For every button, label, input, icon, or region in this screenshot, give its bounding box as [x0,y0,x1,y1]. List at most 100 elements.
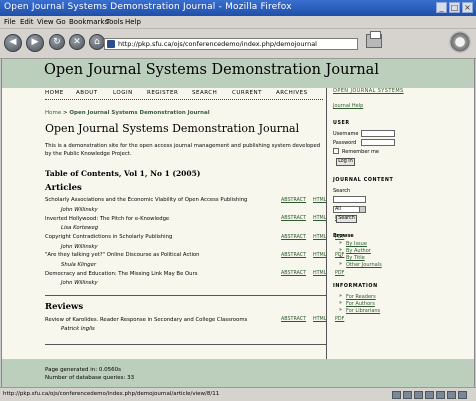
abstract-link[interactable]: ABSTRACT [281,253,306,258]
article-title: Inverted Hollywood: The Pitch for e-Know… [45,216,170,222]
search-scope-select[interactable]: All [333,206,366,213]
chevron-down-icon [359,207,365,212]
abstract-link[interactable]: ABSTRACT [281,271,306,276]
home-button[interactable]: ⌂ [89,34,105,50]
bullet-icon: » [339,294,342,299]
status-extension-icon[interactable] [403,391,412,399]
page-footer: Page generated in: 0.0560s Number of dat… [2,359,474,387]
abstract-link[interactable]: ABSTRACT [281,317,306,322]
back-button[interactable]: ◀ [4,34,22,52]
information-heading: INFORMATION [333,284,378,289]
nav-about[interactable]: ABOUT [76,90,98,96]
site-title: Open Journal Systems Demonstration Journ… [44,62,379,78]
toc-title: Table of Contents, Vol 1, No 1 (2005) [45,169,201,178]
login-button[interactable]: Log In [336,158,355,166]
status-extension-icon[interactable] [436,391,445,399]
html-link[interactable]: HTML [313,216,326,221]
forward-button[interactable]: ▶ [26,34,44,52]
other-journals-link[interactable]: Other Journals [346,262,382,268]
menu-help[interactable]: Help [125,18,141,26]
search-label: Search [333,188,351,194]
password-field[interactable] [361,139,395,146]
username-field[interactable] [361,130,395,137]
address-url[interactable]: http://pkp.sfu.ca/ojs/conferencedemo/ind… [118,40,317,48]
username-label: Username [333,131,359,137]
site-favicon-icon [107,40,115,48]
maximize-button[interactable]: □ [449,2,460,13]
article-author: John Willinsky [61,244,98,250]
nav-divider [45,99,323,100]
for-librarians-link[interactable]: For Librarians [346,308,380,314]
throbber-icon [449,31,471,53]
stop-button[interactable]: ✕ [69,34,85,50]
nav-register[interactable]: REGISTER [147,90,178,96]
article-title: "Are they talking yet?" Online Discourse… [45,252,200,258]
reload-button[interactable]: ↻ [49,34,65,50]
nav-search[interactable]: SEARCH [192,90,217,96]
page-title: Open Journal Systems Demonstration Journ… [45,122,300,135]
menu-edit[interactable]: Edit [20,18,34,26]
section-heading: Articles [45,183,82,193]
abstract-link[interactable]: ABSTRACT [281,216,306,221]
search-scope-value: All [335,207,341,212]
article-author: Shula Klinger [61,262,97,268]
ojs-brand-link[interactable]: OPEN JOURNAL SYSTEMS [333,88,404,94]
journal-help-link[interactable]: Journal Help [333,103,363,109]
search-button[interactable]: Search [336,215,357,223]
article-title: Copyright Contradictions in Scholarly Pu… [45,234,173,240]
browse-by-author-link[interactable]: By Author [346,248,371,254]
bullet-icon: » [339,241,342,246]
search-input[interactable] [333,196,366,203]
breadcrumb-home[interactable]: Home [45,110,61,116]
remember-me-label: Remember me [342,149,379,155]
user-heading: USER [333,121,350,126]
status-extension-icon[interactable] [447,391,456,399]
html-link[interactable]: HTML [313,253,326,258]
html-link[interactable]: HTML [313,198,326,203]
nav-current[interactable]: CURRENT [232,90,262,96]
for-authors-link[interactable]: For Authors [346,301,375,307]
nav-login[interactable]: LOGIN [113,90,133,96]
minimize-button[interactable]: _ [436,2,447,13]
article-title: Scholarly Associations and the Economic … [45,197,248,203]
page-viewport: Open Journal Systems Demonstration Journ… [1,59,475,387]
status-extension-icon[interactable] [458,391,467,399]
html-link[interactable]: HTML [313,271,326,276]
article-title: Democracy and Education: The Missing Lin… [45,271,198,277]
bullet-icon: » [339,301,342,306]
nav-home[interactable]: HOME [45,90,64,96]
window-titlebar: Open Journal Systems Demonstration Journ… [0,0,476,16]
section-heading: Reviews [45,302,84,312]
breadcrumb-current[interactable]: Open Journal Systems Demonstration Journ… [69,110,209,116]
menu-bookmarks[interactable]: Bookmarks [69,18,108,26]
html-link[interactable]: HTML [313,235,326,240]
bullet-icon: » [339,248,342,253]
status-extension-icon[interactable] [392,391,401,399]
menu-tools[interactable]: Tools [106,18,123,26]
nav-archives[interactable]: ARCHIVES [276,90,308,96]
section-divider [45,295,327,296]
page-generated-time: Page generated in: 0.0560s [45,367,121,373]
status-extension-icon[interactable] [425,391,434,399]
menu-go[interactable]: Go [56,18,66,26]
browse-by-issue-link[interactable]: By Issue [346,241,367,247]
status-extension-icon[interactable] [414,391,423,399]
menu-file[interactable]: File [4,18,16,26]
html-link[interactable]: HTML [313,317,326,322]
window-title: Open Journal Systems Demonstration Journ… [4,2,292,12]
breadcrumb-separator: > [63,110,68,116]
browse-by-title-link[interactable]: By Title [346,255,365,261]
abstract-link[interactable]: ABSTRACT [281,198,306,203]
article-author: John Willinsky [61,280,98,286]
status-text: http://pkp.sfu.ca/ojs/conferencedemo/ind… [3,391,220,397]
for-readers-link[interactable]: For Readers [346,294,376,300]
address-bar[interactable]: http://pkp.sfu.ca/ojs/conferencedemo/ind… [104,38,358,50]
article-title: Review of Karolides. Reader Response in … [45,317,248,323]
print-icon[interactable] [366,31,382,48]
menu-view[interactable]: View [37,18,54,26]
abstract-link[interactable]: ABSTRACT [281,235,306,240]
bullet-icon: » [339,255,342,260]
close-button[interactable]: × [462,2,473,13]
article-author: Patrick Inglis [61,326,95,332]
remember-me-checkbox[interactable] [333,148,339,154]
